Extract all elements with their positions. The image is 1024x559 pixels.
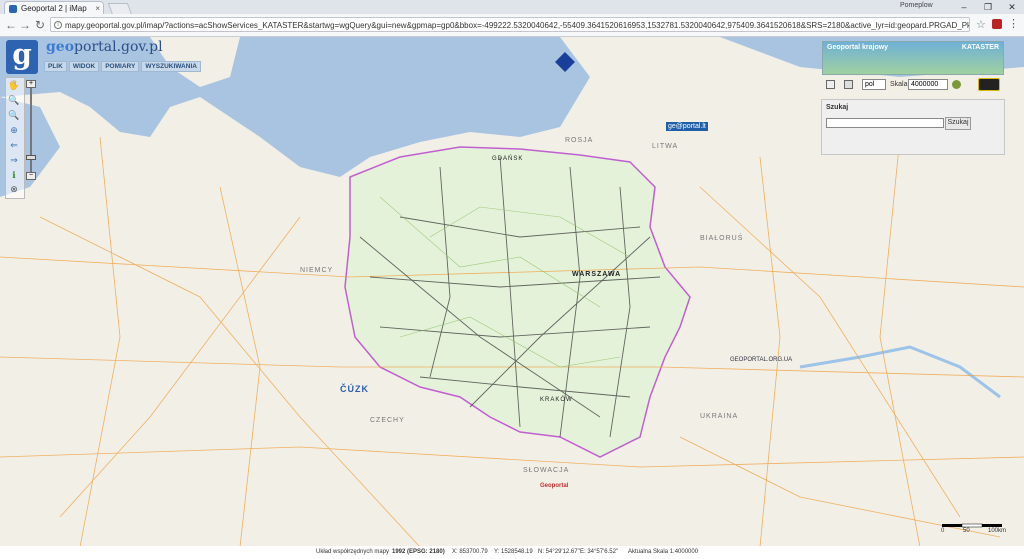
zoom-thumb[interactable] (26, 155, 36, 161)
zoom-out-icon[interactable]: 🔍 (8, 110, 20, 121)
geoportal-krajowy-panel[interactable]: Geoportal krajowy KATASTER (822, 41, 1004, 75)
tab-title: Geoportal 2 | iMap (21, 4, 87, 13)
crs-label: Układ współrzędnych mapy (316, 549, 390, 555)
forward-button[interactable]: → (18, 18, 32, 32)
logo-cuzk[interactable]: ČÚZK (340, 384, 369, 394)
brand-prefix: geo (46, 39, 75, 55)
reload-button[interactable]: ↻ (33, 18, 47, 32)
logo-geoportal-sk[interactable]: Geoportal (540, 483, 568, 489)
label-gdansk: GDAŃSK (492, 156, 524, 162)
logo-geoportal-lt[interactable]: ge@portal.lt (666, 122, 708, 131)
kataster-label[interactable]: KATASTER (962, 44, 999, 51)
crs-value: 1992 (EPSG: 2180) (392, 549, 445, 555)
zoom-in-icon[interactable]: 🔍 (8, 95, 20, 106)
main-menu: PLIK WIDOK POMIARY WYSZUKIWANIA (44, 61, 201, 72)
brand-main: portal (74, 39, 117, 55)
menu-widok[interactable]: WIDOK (68, 61, 100, 72)
scale-tick-50: 50 (963, 528, 970, 534)
browser-menu-icon[interactable]: ⋮ (1008, 17, 1019, 30)
label-warszawa: WARSZAWA (572, 271, 622, 278)
url-text: mapy.geoportal.gov.pl/imap/?actions=acSh… (65, 21, 970, 30)
label-bialorus: BIAŁORUŚ (700, 235, 744, 242)
scale-toolbar: pol Skala: 4000000 (822, 78, 1004, 94)
favicon-icon (9, 5, 17, 13)
menu-wyszukiwania[interactable]: WYSZUKIWANIA (141, 61, 201, 72)
label-ukraina: UKRAINA (700, 413, 739, 420)
scale-input[interactable]: 4000000 (908, 79, 948, 90)
layers-icon[interactable] (826, 80, 835, 89)
coord-y: Y: 1528548.19 (494, 549, 533, 555)
map-scale-bar (942, 523, 1002, 528)
scale-go-icon[interactable] (952, 80, 961, 89)
brand-suffix: .gov.pl (116, 39, 163, 55)
browser-tab-bar: Geoportal 2 | iMap × Pomeplow – ❐ ✕ (0, 0, 1024, 15)
status-bar: Układ współrzędnych mapy 1992 (EPSG: 218… (0, 546, 1024, 559)
krajowy-title: Geoportal krajowy (827, 44, 889, 51)
scale-tick-0: 0 (941, 528, 945, 534)
zoom-extent-icon[interactable]: ⊕ (8, 125, 20, 136)
logo-geoportal-ua[interactable]: GEOPORTAL.ORG.UA (730, 357, 792, 363)
print-icon[interactable] (844, 80, 853, 89)
search-panel: Szukaj Szukaj (821, 99, 1005, 155)
eye-view-icon[interactable] (978, 78, 1000, 91)
coord-n: N: 54°29'12.67" (538, 549, 580, 555)
close-window-button[interactable]: ✕ (1000, 0, 1024, 14)
back-button[interactable]: ← (4, 18, 18, 32)
browser-tab[interactable]: Geoportal 2 | iMap × (4, 1, 104, 14)
info-tool-icon[interactable]: ℹ (8, 170, 20, 181)
profile-name[interactable]: Pomeplow (900, 2, 933, 9)
pan-hand-icon[interactable]: 🖐 (8, 80, 20, 91)
brand-title: geoportal.gov.pl (46, 39, 163, 55)
bookmark-star-icon[interactable]: ☆ (976, 18, 986, 31)
label-niemcy: NIEMCY (300, 267, 334, 274)
label-czechy: CZECHY (370, 417, 405, 424)
coord-e: E: 34°57'6.52" (580, 549, 619, 555)
maximize-button[interactable]: ❐ (976, 0, 1000, 14)
address-toolbar: ← → ↻ i mapy.geoportal.gov.pl/imap/?acti… (0, 14, 1024, 37)
language-select[interactable]: pol (862, 79, 886, 90)
search-button[interactable]: Szukaj (945, 117, 971, 130)
minimize-button[interactable]: – (952, 0, 976, 14)
zoom-track[interactable] (30, 88, 32, 174)
next-view-icon[interactable]: ⇒ (8, 155, 20, 166)
current-scale: Aktualna Skala 1:4000000 (628, 549, 699, 555)
info-icon[interactable]: i (54, 21, 62, 29)
scale-label: Skala: (890, 81, 910, 88)
url-input[interactable]: i mapy.geoportal.gov.pl/imap/?actions=ac… (50, 17, 970, 32)
search-title: Szukaj (826, 104, 849, 111)
coord-x: X: 853700.79 (452, 549, 488, 555)
extension-icon[interactable] (992, 19, 1002, 29)
zoom-plus-button[interactable]: + (26, 80, 36, 88)
scale-tick-100: 100km (988, 528, 1007, 534)
search-input[interactable] (826, 118, 944, 128)
previous-view-icon[interactable]: ⇐ (8, 140, 20, 151)
geoportal-logo-icon[interactable]: g (6, 40, 38, 74)
menu-pomiary[interactable]: POMIARY (101, 61, 140, 72)
zoom-minus-button[interactable]: − (26, 172, 36, 180)
menu-plik[interactable]: PLIK (44, 61, 67, 72)
label-krakow: KRAKÓW (540, 397, 573, 403)
label-litwa: LITWA (652, 143, 679, 150)
label-rosja: ROSJA (565, 137, 594, 144)
map-toolbar: 🖐 🔍 🔍 ⊕ ⇐ ⇒ ℹ ⊗ (5, 77, 25, 199)
label-slowacja: SŁOWACJA (523, 467, 570, 474)
zoom-slider[interactable]: + − (26, 80, 36, 180)
clear-tool-icon[interactable]: ⊗ (8, 184, 20, 195)
